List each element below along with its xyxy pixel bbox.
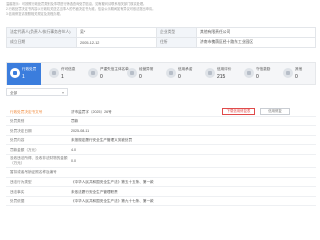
company-type-label: 企业类型 — [156, 27, 197, 38]
stat-count: 0 — [256, 74, 259, 80]
detail-row: 没收违法所得、没收非法财物的金额（万元） 0.0 — [6, 155, 316, 168]
detail-label: 处罚依据 — [10, 199, 25, 204]
address-label: 住所 — [156, 37, 197, 48]
detail-label: 处罚类别 — [10, 119, 25, 124]
stat-title: 行政处罚 — [22, 67, 37, 71]
company-info-table: 法定代表人(负责人/执行事务合伙人) 吴* 企业类型 其他有限责任公司 成立日期… — [6, 27, 316, 48]
stat-title: 信用承诺 — [178, 67, 193, 71]
penalty-detail-list: 行政处罚决定书文号 济市监罚字〔2025〕26号 下载信用修复表 信用修复 处罚… — [6, 107, 316, 207]
stat-tab-other[interactable]: 其他 0 — [280, 63, 314, 85]
category-select-value: 全部 — [10, 90, 18, 95]
stat-title: 其他 — [295, 67, 303, 71]
detail-value: 《中华人民共和国安全生产法》第五十五条、第一款 — [71, 180, 154, 185]
stat-title: 信用评价 — [217, 67, 232, 71]
detail-value: 未按规定履行安全生产管理义务被处罚 — [71, 138, 133, 143]
stat-tab-evaluation[interactable]: 信用评价 215 — [202, 63, 236, 85]
detail-label: 处罚内容 — [10, 138, 25, 143]
established-date-label: 成立日期 — [6, 37, 77, 48]
company-type-value: 其他有限责任公司 — [196, 27, 316, 38]
stat-count: 0 — [100, 74, 103, 80]
detail-label: 违法行为类型 — [10, 180, 32, 185]
stat-title: 守信激励 — [256, 67, 271, 71]
detail-row: 处罚依据 《中华人民共和国安全生产法》第九十七条、第一款 — [6, 197, 316, 207]
evaluation-icon — [205, 68, 215, 78]
stat-title: 许可信息 — [61, 67, 76, 71]
detail-row: 处罚类别 罚款 — [6, 117, 316, 127]
detail-value: 0.0 — [71, 158, 76, 163]
detail-row: 行政处罚决定书文号 济市监罚字〔2025〕26号 下载信用修复表 信用修复 — [6, 107, 316, 117]
filter-row: 全部 ▾ — [6, 88, 316, 97]
detail-row: 违法事实 未依法履行安全生产管理职责 — [6, 187, 316, 197]
legal-rep-label: 法定代表人(负责人/执行事务合伙人) — [6, 27, 77, 38]
stat-count: 1 — [61, 74, 64, 80]
detail-value: 《中华人民共和国安全生产法》第九十七条、第一款 — [71, 199, 154, 204]
detail-row: 暂扣或者吊销证照名称及编号 — [6, 168, 316, 178]
detail-label: 罚款金额（万元） — [10, 147, 39, 152]
download-repair-form-button[interactable]: 下载信用修复表 — [222, 107, 255, 115]
category-select[interactable]: 全部 ▾ — [6, 88, 68, 96]
stat-tab-license[interactable]: 许可信息 1 — [46, 63, 80, 85]
detail-value: 4.0 — [71, 147, 76, 152]
incentive-icon — [244, 68, 254, 78]
abnormal-icon — [127, 68, 137, 78]
decision-no-label: 行政处罚决定书文号 — [10, 109, 43, 114]
notice-line: 3.信用修复请按照相关规定及流程办理。 — [6, 12, 63, 17]
stat-tab-blacklist[interactable]: 严重失信主体名单 0 — [85, 63, 129, 85]
legal-rep-value: 吴* — [76, 27, 157, 38]
info-row: 法定代表人(负责人/执行事务合伙人) 吴* 企业类型 其他有限责任公司 — [6, 27, 316, 38]
notice-text: 温馨提示：可按照行政处罚类别及事项进行筛选查询处罚信息，如有疑问请联系相关部门核… — [6, 0, 314, 26]
detail-row: 罚款金额（万元） 4.0 — [6, 145, 316, 155]
stat-title: 经营异常 — [139, 67, 154, 71]
stat-count: 215 — [217, 74, 226, 80]
stat-tab-abnormal[interactable]: 经营异常 0 — [124, 63, 158, 85]
other-icon — [283, 68, 293, 78]
credit-repair-button[interactable]: 信用修复 — [260, 107, 290, 115]
detail-row: 违法行为类型 《中华人民共和国安全生产法》第五十五条、第一款 — [6, 178, 316, 188]
stat-tab-penalty[interactable]: 行政处罚 1 — [7, 63, 41, 85]
chevron-down-icon: ▾ — [61, 90, 64, 95]
detail-value: 未依法履行安全生产管理职责 — [71, 189, 118, 194]
stat-tab-commitment[interactable]: 信用承诺 0 — [163, 63, 197, 85]
commitment-icon — [166, 68, 176, 78]
detail-row: 处罚决定日期 2025-08-11 — [6, 126, 316, 136]
stat-tab-incentive[interactable]: 守信激励 0 — [241, 63, 275, 85]
blacklist-icon — [88, 68, 98, 78]
credit-stats-bar: 行政处罚 1 许可信息 1 严重失信主体名单 0 经营异常 0 信用承诺 0 信… — [6, 62, 316, 85]
detail-row: 处罚内容 未按规定履行安全生产管理义务被处罚 — [6, 136, 316, 146]
detail-value: 罚款 — [71, 119, 79, 124]
address-value: 济南市槐荫区经十路东工业园区 — [196, 37, 316, 48]
info-row: 成立日期 2005-12-12 住所 济南市槐荫区经十路东工业园区 — [6, 37, 316, 48]
detail-label: 暂扣或者吊销证照名称及编号 — [10, 170, 57, 175]
license-icon — [49, 68, 59, 78]
detail-value: 2025-08-11 — [71, 128, 90, 133]
detail-label: 处罚决定日期 — [10, 128, 32, 133]
decision-no-value: 济市监罚字〔2025〕26号 — [71, 109, 112, 114]
established-date-value: 2005-12-12 — [76, 37, 157, 48]
penalty-icon — [10, 68, 20, 78]
detail-label: 没收违法所得、没收非法财物的金额（万元） — [10, 155, 68, 165]
stat-count: 0 — [178, 74, 181, 80]
stat-count: 0 — [139, 74, 142, 80]
stat-count: 0 — [295, 74, 298, 80]
detail-label: 违法事实 — [10, 189, 25, 194]
stat-count: 1 — [22, 74, 25, 80]
